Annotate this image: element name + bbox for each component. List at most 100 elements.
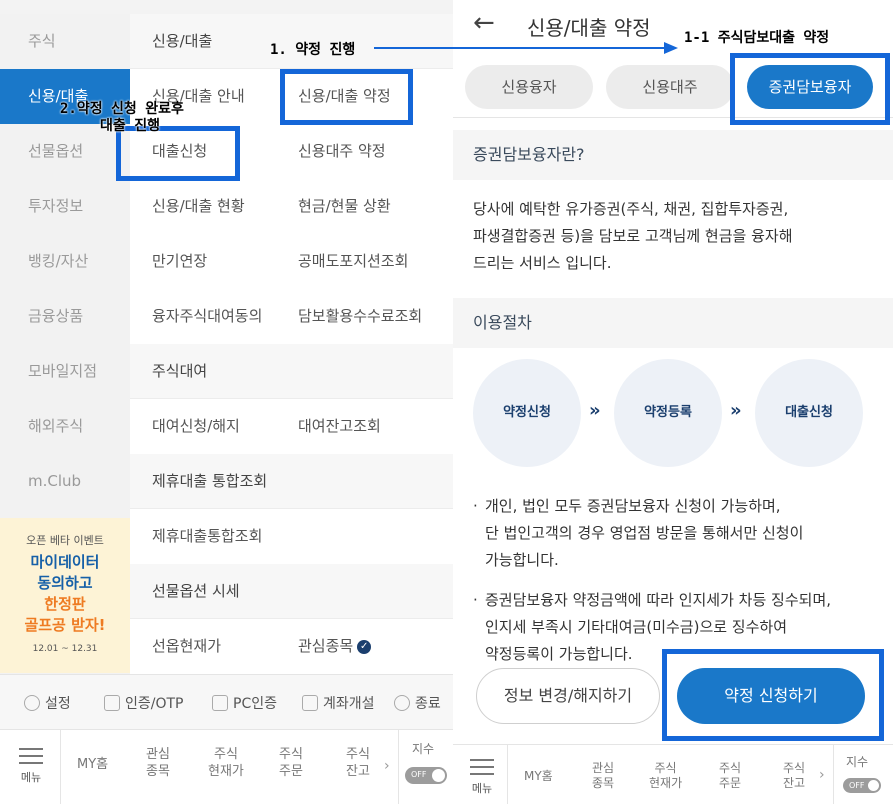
exit-label: 종료 — [415, 696, 441, 712]
annotation-step-1-1: 1-1 주식담보대출 약정 — [684, 30, 830, 46]
highlight-apply-button — [662, 649, 884, 741]
menu-maturity-extension[interactable]: 만기연장 — [152, 234, 207, 289]
menu-futures-current-price[interactable]: 선옵현재가 — [152, 619, 221, 674]
tab-credit-short[interactable]: 신용대주 — [606, 65, 734, 109]
nav-watchlist[interactable]: 관심 종목 — [146, 746, 170, 780]
nav-stock-price[interactable]: 주식 현재가 — [649, 761, 682, 791]
highlight-collateral-tab — [730, 53, 890, 125]
hamburger-icon-bar — [19, 755, 43, 757]
back-arrow-icon[interactable]: ← — [473, 8, 495, 38]
change-cancel-button[interactable]: 정보 변경/해지하기 — [476, 668, 660, 724]
menu-watchlist-label: 관심종목 — [298, 637, 354, 655]
menu-cash-repayment[interactable]: 현금/현물 상환 — [298, 179, 391, 234]
check-circle-icon: ✓ — [357, 639, 372, 654]
highlight-credit-loan-agreement — [280, 69, 413, 125]
tab-credit-margin[interactable]: 신용융자 — [465, 65, 593, 109]
nav-my-home[interactable]: MY홈 — [77, 756, 108, 773]
sidebar-item-mobile-branch[interactable]: 모바일지점 — [0, 344, 130, 399]
bullet-dot: · — [473, 497, 478, 515]
sidebar-item-overseas-stock[interactable]: 해외주식 — [0, 399, 130, 454]
sidebar-item-mclub[interactable]: m.Club — [0, 454, 130, 509]
page-title: 신용/대출 약정 — [527, 16, 651, 40]
chevron-right-icon[interactable]: › — [384, 758, 390, 774]
chevron-right-icon[interactable]: › — [819, 767, 825, 783]
nav-stock-order-l2: 주문 — [279, 764, 303, 779]
nav-watchlist-l2: 종목 — [592, 776, 615, 790]
utility-bar: 설정 인증/OTP PC인증 계좌개설 종료 — [0, 674, 453, 729]
nav-stock-balance-l1: 주식 — [346, 747, 370, 762]
hamburger-icon-bar — [470, 766, 494, 768]
sidebar-item-financial-products[interactable]: 금융상품 — [0, 289, 130, 344]
description-line: 파생결합증권 등)을 담보로 고객님께 현금을 융자해 — [473, 227, 793, 245]
hamburger-icon-bar — [470, 773, 494, 775]
account-open-button[interactable]: 계좌개설 — [302, 693, 375, 713]
step-loan-apply: 대출신청 — [755, 359, 863, 467]
divider — [60, 730, 61, 804]
promo-line-1: 마이데이터 — [30, 553, 100, 571]
notice-line: 가능합니다. — [485, 551, 559, 569]
menu-label: 메뉴 — [20, 771, 42, 784]
auth-otp-label: 인증/OTP — [125, 696, 184, 712]
notice-line: 단 법인고객의 경우 영업점 방문을 통해서만 신청이 — [485, 524, 804, 542]
hamburger-icon — [19, 748, 43, 750]
menu-partner-loan-inquiry[interactable]: 제휴대출통합조회 — [152, 509, 262, 564]
divider — [507, 745, 508, 804]
section-header-stock-lending: 주식대여 — [130, 344, 453, 399]
menu-lending-apply-cancel[interactable]: 대여신청/해지 — [152, 399, 240, 454]
menu-credit-loan-status[interactable]: 신용/대출 현황 — [152, 179, 245, 234]
bullet-dot: · — [473, 591, 478, 609]
nav-stock-price-l2: 현재가 — [208, 764, 244, 779]
hamburger-icon — [470, 759, 494, 761]
nav-stock-order[interactable]: 주식 주문 — [719, 761, 741, 791]
index-toggle[interactable]: OFF — [843, 778, 881, 793]
promo-line-3: 한정판 — [44, 595, 86, 613]
monitor-icon — [212, 695, 228, 711]
divider — [833, 745, 834, 804]
nav-stock-order[interactable]: 주식주문 — [279, 746, 303, 780]
nav-stock-price[interactable]: 주식현재가 — [208, 746, 244, 780]
nav-watchlist-l2: 종목 — [146, 764, 170, 779]
annotation-step-2-line2: 대출 진행 — [100, 118, 160, 134]
sidebar-item-banking-assets[interactable]: 뱅킹/자산 — [0, 234, 130, 289]
menu-lending-balance-inquiry[interactable]: 대여잔고조회 — [298, 399, 381, 454]
promo-banner[interactable]: 오픈 베타 이벤트 마이데이터 동의하고 한정판 골프공 받자! 12.01 ~… — [0, 518, 130, 673]
auth-otp-button[interactable]: 인증/OTP — [104, 693, 184, 713]
sidebar-item-investment-info[interactable]: 투자정보 — [0, 179, 130, 234]
annotation-step-2-line1: 2.약정 신청 완료후 — [60, 101, 184, 117]
nav-stock-balance[interactable]: 주식 잔고 — [783, 761, 805, 791]
nav-stock-balance[interactable]: 주식잔고 — [346, 746, 370, 780]
hamburger-icon-bar — [19, 762, 43, 764]
nav-stock-order-l1: 주식 — [279, 747, 303, 762]
divider — [398, 730, 399, 804]
description-line: 당사에 예탁한 유가증권(주식, 채권, 집합투자증권, — [473, 200, 789, 218]
nav-watchlist[interactable]: 관심 종목 — [592, 761, 614, 791]
nav-stock-balance-l1: 주식 — [783, 761, 806, 775]
menu-credit-short-agreement[interactable]: 신용대주 약정 — [298, 124, 386, 179]
toggle-off-label: OFF — [849, 781, 865, 790]
menu-short-position-inquiry[interactable]: 공매도포지션조회 — [298, 234, 408, 289]
account-open-label: 계좌개설 — [323, 696, 375, 712]
settings-button[interactable]: 설정 — [24, 693, 71, 713]
menu-button[interactable]: 메뉴 — [16, 748, 46, 785]
menu-watchlist[interactable]: 관심종목 ✓ — [298, 619, 372, 674]
annotation-step-1: 1. 약정 진행 — [270, 42, 356, 58]
menu-margin-stock-lending-consent[interactable]: 융자주식대여동의 — [152, 289, 262, 344]
double-chevron-icon: » — [589, 400, 601, 421]
status-bar — [0, 0, 453, 14]
index-toggle[interactable]: OFF — [405, 767, 447, 784]
index-label: 지수 — [412, 742, 435, 756]
nav-stock-balance-l2: 잔고 — [346, 764, 370, 779]
nav-stock-price-l1: 주식 — [213, 747, 238, 762]
exit-button[interactable]: 종료 — [394, 693, 441, 713]
nav-stock-price-l2: 현재가 — [649, 776, 683, 790]
step-agreement-register: 약정등록 — [614, 359, 722, 467]
power-icon — [394, 695, 410, 711]
section-header-procedure: 이용절차 — [453, 298, 893, 348]
nav-my-home[interactable]: MY홈 — [524, 769, 553, 784]
sidebar-item-stock[interactable]: 주식 — [0, 14, 130, 69]
menu-collateral-fee-inquiry[interactable]: 담보활용수수료조회 — [298, 289, 422, 344]
menu-button[interactable]: 메뉴 — [467, 759, 497, 796]
pc-auth-button[interactable]: PC인증 — [212, 693, 277, 713]
toggle-knob — [432, 769, 445, 782]
toggle-knob — [868, 780, 879, 791]
